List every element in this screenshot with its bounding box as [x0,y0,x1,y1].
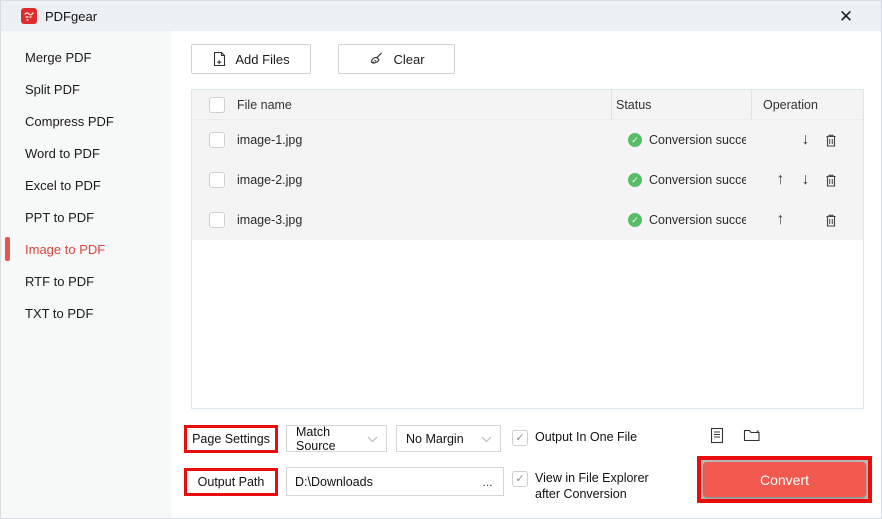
view-explorer-option: ✓ View in File Explorer after Conversion [512,471,672,502]
document-icon[interactable] [709,427,725,448]
table-row: image-2.jpg ✓ Conversion succeeded ↑ ↓ [192,160,863,200]
output-one-file-label: Output In One File [535,430,638,444]
output-path-input[interactable] [286,467,473,496]
sidebar-item-rtf-to-pdf[interactable]: RTF to PDF [1,265,171,297]
success-check-icon: ✓ [628,133,642,147]
sidebar-item-label: TXT to PDF [25,305,94,321]
status-text: Conversion succeeded [649,173,746,187]
clear-button[interactable]: Clear [338,44,455,74]
move-up-icon[interactable]: ↑ [768,171,793,189]
sidebar-item-label: RTF to PDF [25,273,95,289]
pdfgear-window: PDFgear ✕ Merge PDF Split PDF Compress P… [0,0,882,519]
move-up-icon[interactable]: ↑ [768,211,793,229]
status-text: Conversion succeeded [649,133,746,147]
column-header-operation: Operation [763,97,818,112]
convert-annotation-box: Convert [697,456,872,503]
main-panel: Add Files Clear File name Status Operati… [171,31,881,518]
table-empty-area [192,240,863,408]
table-row: image-1.jpg ✓ Conversion succeeded ↓ [192,120,863,160]
sidebar-item-merge-pdf[interactable]: Merge PDF [1,41,171,73]
add-files-label: Add Files [235,51,290,67]
file-name: image-3.jpg [237,213,303,227]
sidebar-item-label: PPT to PDF [25,209,95,225]
sidebar-item-label: Image to PDF [25,241,106,257]
row-checkbox[interactable] [209,172,225,188]
move-down-icon[interactable]: ↓ [793,131,818,149]
success-check-icon: ✓ [628,173,642,187]
delete-icon[interactable] [818,173,843,188]
table-header: File name Status Operation [192,90,863,120]
sidebar: Merge PDF Split PDF Compress PDF Word to… [1,31,171,518]
column-header-status: Status [616,97,652,112]
sidebar-item-label: Split PDF [25,81,80,97]
clear-label: Clear [393,51,425,67]
output-path-text: Output Path [197,475,265,489]
output-one-file-option: ✓ Output In One File [512,430,637,446]
row-checkbox[interactable] [209,212,225,228]
folder-icon[interactable] [743,427,762,448]
sidebar-item-label: Excel to PDF [25,177,101,193]
view-explorer-checkbox[interactable]: ✓ [512,471,528,487]
success-check-icon: ✓ [628,213,642,227]
title-bar: PDFgear ✕ [1,1,881,31]
sidebar-item-txt-to-pdf[interactable]: TXT to PDF [1,297,171,329]
chevron-down-icon [481,432,492,446]
page-settings-label: Page Settings [184,425,278,453]
file-name: image-1.jpg [237,133,303,147]
browse-button[interactable]: ... [472,467,504,496]
sidebar-item-label: Merge PDF [25,49,92,65]
add-file-icon [212,51,227,67]
column-header-file-name: File name [237,97,292,112]
sidebar-item-split-pdf[interactable]: Split PDF [1,73,171,105]
view-explorer-label: View in File Explorer after Conversion [535,471,649,501]
chevron-down-icon [367,432,378,446]
select-all-checkbox[interactable] [209,96,225,113]
add-files-button[interactable]: Add Files [191,44,311,74]
sidebar-item-label: Compress PDF [25,113,114,129]
close-icon[interactable]: ✕ [833,5,859,29]
file-name: image-2.jpg [237,173,303,187]
sidebar-item-word-to-pdf[interactable]: Word to PDF [1,137,171,169]
margin-dropdown[interactable]: No Margin [396,425,501,452]
move-down-icon[interactable]: ↓ [793,171,818,189]
sidebar-item-excel-to-pdf[interactable]: Excel to PDF [1,169,171,201]
sidebar-item-image-to-pdf[interactable]: Image to PDF [1,233,171,265]
output-path-label: Output Path [184,468,278,496]
sidebar-item-label: Word to PDF [25,145,100,161]
delete-icon[interactable] [818,133,843,148]
file-table: File name Status Operation image-1.jpg ✓… [191,89,864,409]
active-indicator [5,237,10,261]
delete-icon[interactable] [818,213,843,228]
sidebar-item-compress-pdf[interactable]: Compress PDF [1,105,171,137]
broom-icon [368,51,385,67]
pdfgear-logo-icon [21,8,37,24]
margin-value: No Margin [406,431,464,446]
row-checkbox[interactable] [209,132,225,148]
page-size-dropdown[interactable]: Match Source [286,424,387,453]
output-one-file-checkbox[interactable]: ✓ [512,430,528,446]
page-settings-text: Page Settings [192,432,270,446]
convert-button[interactable]: Convert [703,462,866,497]
sidebar-item-ppt-to-pdf[interactable]: PPT to PDF [1,201,171,233]
app-title: PDFgear [45,8,98,24]
table-row: image-3.jpg ✓ Conversion succeeded ↑ [192,200,863,240]
status-text: Conversion succeeded [649,213,746,227]
page-size-value: Match Source [296,424,336,453]
